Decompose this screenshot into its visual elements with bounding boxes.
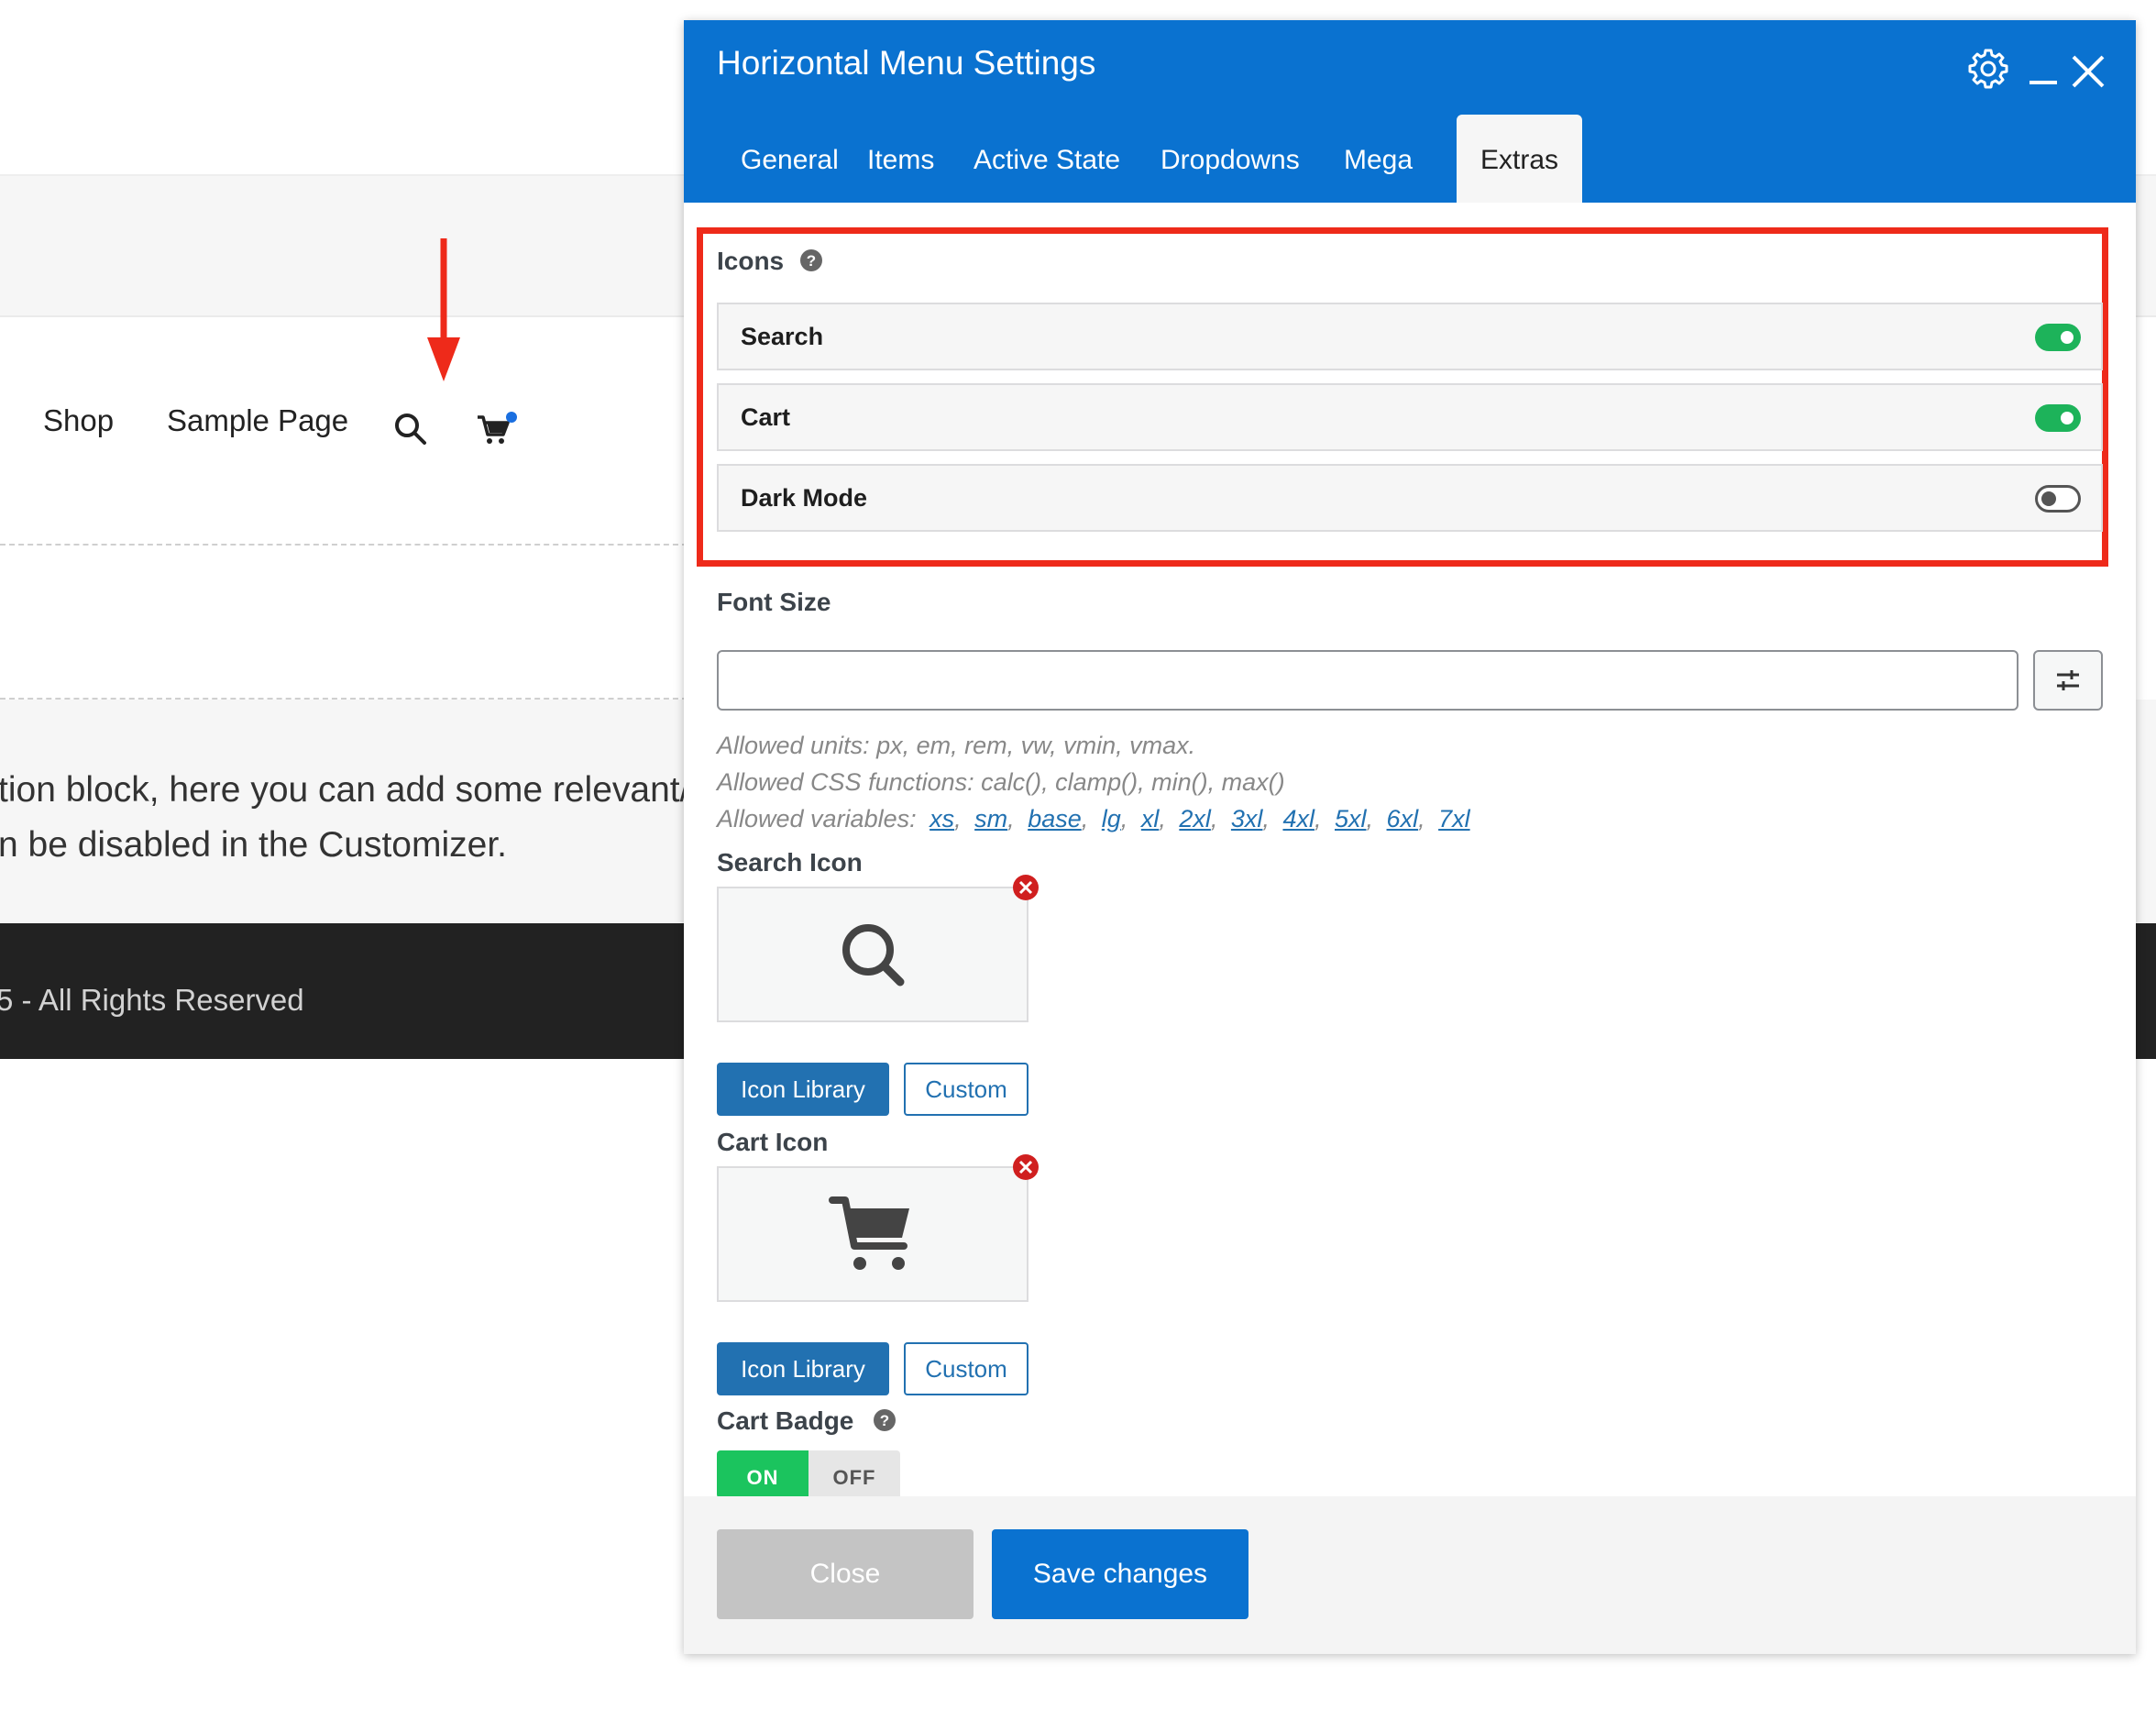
tab-dropdowns[interactable]: Dropdowns xyxy=(1137,115,1324,203)
help-icon[interactable]: ? xyxy=(873,1408,896,1432)
cart-icon-custom-button[interactable]: Custom xyxy=(904,1342,1028,1395)
hint-variables: Allowed variables: xs, sm, base, lg, xl,… xyxy=(717,805,1470,832)
remove-icon[interactable] xyxy=(1012,874,1040,901)
variable-link[interactable]: 2xl xyxy=(1179,805,1211,832)
cart-badge-switch[interactable]: ON OFF xyxy=(717,1450,900,1498)
cart-icon xyxy=(829,1196,909,1270)
toggle-row-dark-mode: Dark Mode xyxy=(717,464,2103,532)
dark-mode-toggle[interactable] xyxy=(2035,485,2081,513)
modal-footer: Close Save changes xyxy=(684,1496,2136,1654)
variable-link[interactable]: xl xyxy=(1141,805,1160,832)
search-icon-preview xyxy=(717,887,1028,1022)
divider xyxy=(0,544,688,546)
cart-icon-preview xyxy=(717,1166,1028,1302)
tab-bar: General Items Active State Dropdowns Meg… xyxy=(684,115,2136,203)
search-icon-library-button[interactable]: Icon Library xyxy=(717,1063,889,1116)
modal-header: Horizontal Menu Settings General Items A… xyxy=(684,20,2136,203)
nav-link-shop[interactable]: Shop xyxy=(43,403,114,438)
switch-on-option[interactable]: ON xyxy=(717,1450,808,1498)
toggle-label: Search xyxy=(741,323,824,350)
red-arrow-annotation xyxy=(427,238,460,381)
cart-badge-label: Cart Badge xyxy=(717,1406,854,1435)
icons-label: Icons xyxy=(717,247,785,275)
cart-toggle[interactable] xyxy=(2035,404,2081,432)
gear-icon[interactable] xyxy=(1965,46,2011,92)
svg-text:?: ? xyxy=(880,1412,889,1429)
svg-text:?: ? xyxy=(807,252,816,270)
content-line: tion block, here you can add some releva… xyxy=(0,770,690,810)
font-size-input[interactable] xyxy=(717,650,2018,711)
font-size-slider-button[interactable] xyxy=(2033,650,2103,711)
sliders-icon xyxy=(2057,670,2079,690)
minimize-icon[interactable] xyxy=(2024,46,2061,92)
variable-link[interactable]: xs xyxy=(930,805,954,832)
search-icon-custom-button[interactable]: Custom xyxy=(904,1063,1028,1116)
cart-badge-dot xyxy=(506,412,517,423)
tab-mega[interactable]: Mega xyxy=(1320,115,1436,203)
search-icon-label: Search Icon xyxy=(717,848,863,877)
cart-icon-library-button[interactable]: Icon Library xyxy=(717,1342,889,1395)
variable-link[interactable]: 6xl xyxy=(1387,805,1419,832)
nav-link-sample-page[interactable]: Sample Page xyxy=(167,403,348,438)
tab-general[interactable]: General xyxy=(717,115,863,203)
switch-off-option[interactable]: OFF xyxy=(808,1450,900,1498)
tab-extras[interactable]: Extras xyxy=(1457,115,1583,203)
magnifier-icon xyxy=(842,924,905,987)
remove-icon[interactable] xyxy=(1012,1153,1040,1181)
variable-link[interactable]: 3xl xyxy=(1231,805,1263,832)
toggle-row-cart: Cart xyxy=(717,383,2103,451)
cart-icon[interactable] xyxy=(476,411,518,447)
tab-items[interactable]: Items xyxy=(843,115,958,203)
close-icon[interactable] xyxy=(2068,51,2108,92)
search-toggle[interactable] xyxy=(2035,324,2081,351)
modal-body: Icons ? Search Cart Dark Mode Font Size xyxy=(684,203,2136,1516)
hint-functions: Allowed CSS functions: calc(), clamp(), … xyxy=(717,768,1285,796)
variable-link[interactable]: lg xyxy=(1102,805,1121,832)
hint-units: Allowed units: px, em, rem, vw, vmin, vm… xyxy=(717,732,1196,759)
modal-title: Horizontal Menu Settings xyxy=(717,44,1096,82)
cart-icon-label: Cart Icon xyxy=(717,1128,829,1156)
toggle-label: Cart xyxy=(741,403,791,431)
variable-link[interactable]: sm xyxy=(974,805,1007,832)
toggle-label: Dark Mode xyxy=(741,484,868,512)
close-button[interactable]: Close xyxy=(717,1529,974,1619)
variable-link[interactable]: 4xl xyxy=(1282,805,1314,832)
toggle-row-search: Search xyxy=(717,303,2103,370)
font-size-label: Font Size xyxy=(717,588,831,616)
hint-variables-label: Allowed variables: xyxy=(717,805,917,832)
content-line: n be disabled in the Customizer. xyxy=(0,825,507,865)
content-text: tion block, here you can add some releva… xyxy=(0,763,689,873)
tab-active-state[interactable]: Active State xyxy=(950,115,1144,203)
settings-modal: Horizontal Menu Settings General Items A… xyxy=(684,20,2136,1654)
footer-text: 5 - All Rights Reserved xyxy=(0,983,304,1017)
save-changes-button[interactable]: Save changes xyxy=(992,1529,1248,1619)
variable-link[interactable]: 5xl xyxy=(1335,805,1367,832)
variable-link[interactable]: base xyxy=(1028,805,1082,832)
help-icon[interactable]: ? xyxy=(799,248,823,272)
variable-link[interactable]: 7xl xyxy=(1438,805,1470,832)
search-icon[interactable] xyxy=(392,411,429,447)
